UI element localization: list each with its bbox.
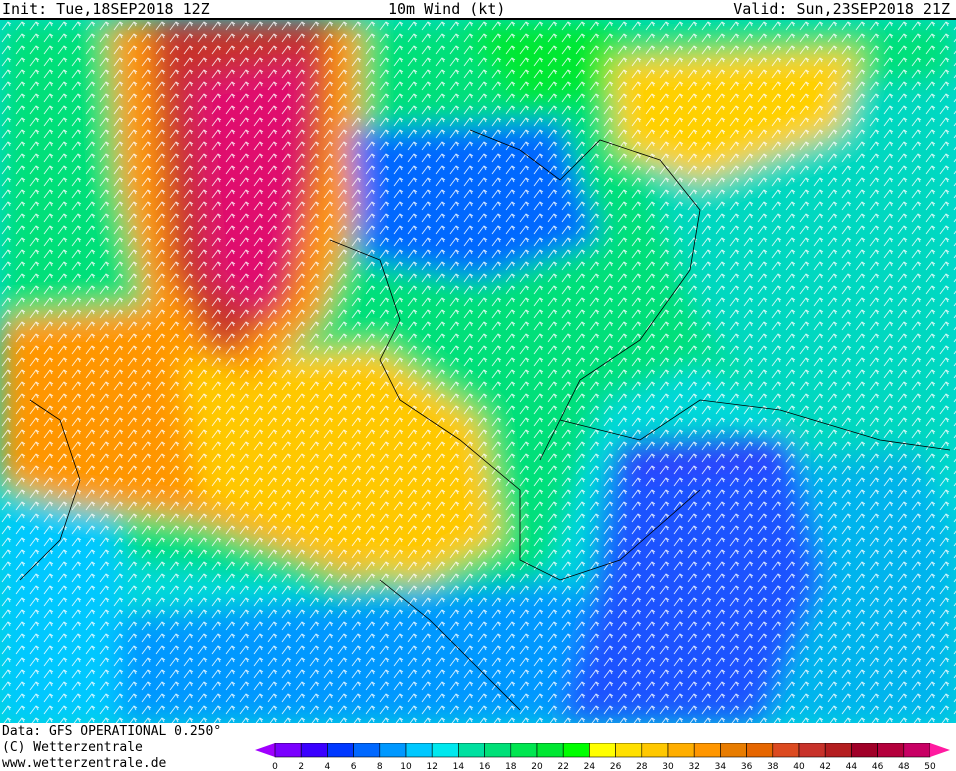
legend-tick: 42 — [819, 762, 830, 770]
website: www.wetterzentrale.de — [2, 756, 167, 771]
legend-tick: 38 — [767, 762, 779, 770]
legend-bin — [589, 743, 616, 758]
legend-bin — [510, 743, 538, 758]
legend-tick: 14 — [453, 762, 465, 770]
legend-bin — [536, 743, 564, 758]
legend-bin — [379, 743, 407, 758]
legend-bin — [720, 743, 747, 758]
legend-tick: 28 — [636, 762, 648, 770]
legend-bin — [431, 743, 459, 758]
legend-bin — [562, 743, 590, 758]
legend-tick: 8 — [377, 762, 383, 770]
legend-bin — [746, 743, 774, 758]
legend-bin — [327, 743, 354, 758]
legend-tick: 30 — [662, 762, 674, 770]
legend-bin — [274, 743, 302, 758]
legend-tick: 36 — [741, 762, 753, 770]
legend-bin — [772, 743, 800, 758]
legend-tick: 2 — [298, 762, 304, 770]
legend-bin — [484, 743, 512, 758]
valid-time: Valid: Sun,23SEP2018 21Z — [733, 0, 950, 18]
legend-tick: 10 — [400, 762, 412, 770]
legend-bin — [667, 743, 695, 758]
legend-tick: 40 — [793, 762, 805, 770]
legend-tick: 26 — [610, 762, 622, 770]
legend-tick: 20 — [531, 762, 543, 770]
legend-tick: 0 — [272, 762, 278, 770]
wind-barbs — [0, 20, 956, 723]
legend-bin — [641, 743, 669, 758]
legend-bin — [458, 743, 485, 758]
legend-bin — [877, 743, 905, 758]
legend-tick: 12 — [426, 762, 437, 770]
legend-tick: 22 — [557, 762, 568, 770]
legend-tick: 6 — [351, 762, 357, 770]
legend-tick: 46 — [872, 762, 884, 770]
data-source: Data: GFS OPERATIONAL 0.250° — [2, 724, 222, 739]
copyright: (C) Wetterzentrale — [2, 740, 143, 755]
legend-bin — [903, 743, 931, 758]
legend-bin — [824, 743, 852, 758]
legend-tick: 24 — [584, 762, 596, 770]
legend-bin — [798, 743, 826, 758]
legend-below-arrow — [255, 743, 275, 757]
legend-tick: 48 — [898, 762, 910, 770]
wind-map — [0, 18, 956, 723]
legend-tick: 44 — [846, 762, 858, 770]
color-legend: 0 2 4 6 8 10 12 14 16 18 20 22 24 26 28 30 32 34 36 38 40 42 4… — [255, 743, 950, 770]
legend-tick: 16 — [479, 762, 491, 770]
map-title: 10m Wind (kt) — [388, 0, 506, 18]
legend-bin — [300, 743, 328, 758]
legend-bin — [851, 743, 878, 758]
legend-tick: 34 — [715, 762, 727, 770]
legend-tick: 18 — [505, 762, 517, 770]
legend-bin — [405, 743, 433, 758]
legend-tick: 4 — [325, 762, 331, 770]
legend-above-arrow — [930, 743, 950, 757]
legend-bin — [353, 743, 381, 758]
legend-bin — [693, 743, 721, 758]
init-time: Init: Tue,18SEP2018 12Z — [2, 0, 210, 18]
legend-bin — [615, 743, 643, 758]
legend-tick: 32 — [688, 762, 699, 770]
legend-tick: 50 — [924, 762, 936, 770]
